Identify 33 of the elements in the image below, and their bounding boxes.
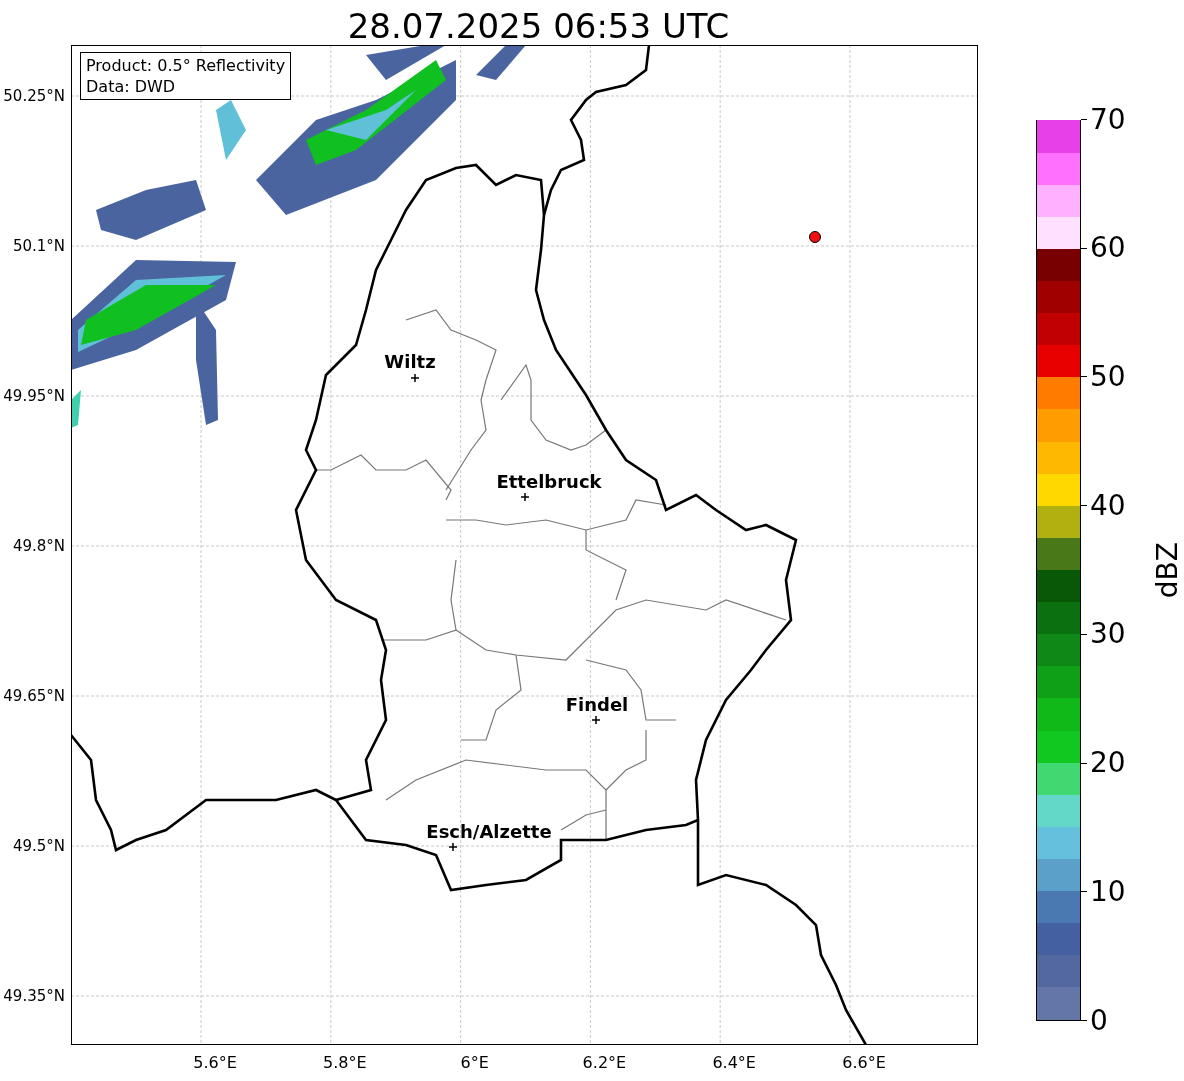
city-label: Wiltz xyxy=(384,351,436,372)
info-text: Data: DWD xyxy=(86,76,177,97)
latitude-label: 49.95°N xyxy=(3,387,65,405)
longitude-label: 6.6°E xyxy=(842,1053,886,1072)
colorbar-tick-label: 50 xyxy=(1090,362,1126,391)
city-label: Ettelbruck xyxy=(496,471,602,492)
latitude-label: 49.35°N xyxy=(3,987,65,1005)
info-text: Product: 0.5° Reflectivity xyxy=(86,55,286,76)
longitude-label: 5.8°E xyxy=(323,1053,367,1072)
longitude-label: 6.2°E xyxy=(582,1053,627,1072)
colorbar-tick-label: 10 xyxy=(1090,877,1126,906)
city-marker-icon xyxy=(591,715,601,725)
colorbar-tick-label: 0 xyxy=(1090,1006,1108,1035)
city-marker-icon xyxy=(410,373,420,383)
colorbar-tick-label: 70 xyxy=(1090,105,1126,134)
colorbar-tick-label: 40 xyxy=(1090,491,1126,520)
longitude-label: 6°E xyxy=(460,1053,489,1072)
city-label: Findel xyxy=(565,694,629,715)
chart-title: 28.07.2025 06:53 UTC xyxy=(346,5,731,45)
latitude-label: 49.8°N xyxy=(12,537,65,555)
latitude-label: 49.65°N xyxy=(3,687,65,705)
colorbar-tick-label: 60 xyxy=(1090,234,1126,263)
longitude-label: 6.4°E xyxy=(712,1053,756,1072)
longitude-label: 5.6°E xyxy=(193,1053,237,1072)
latitude-label: 49.5°N xyxy=(12,837,65,855)
latitude-label: 50.25°N xyxy=(3,87,65,105)
city-marker-icon xyxy=(520,492,530,502)
city-marker-icon xyxy=(448,842,458,852)
colorbar-tick-label: 30 xyxy=(1090,620,1126,649)
colorbar-label: dBZ xyxy=(1151,541,1184,599)
latitude-label: 50.1°N xyxy=(12,237,65,255)
city-label: Esch/Alzette xyxy=(426,821,552,842)
colorbar-tick-label: 20 xyxy=(1090,749,1126,778)
